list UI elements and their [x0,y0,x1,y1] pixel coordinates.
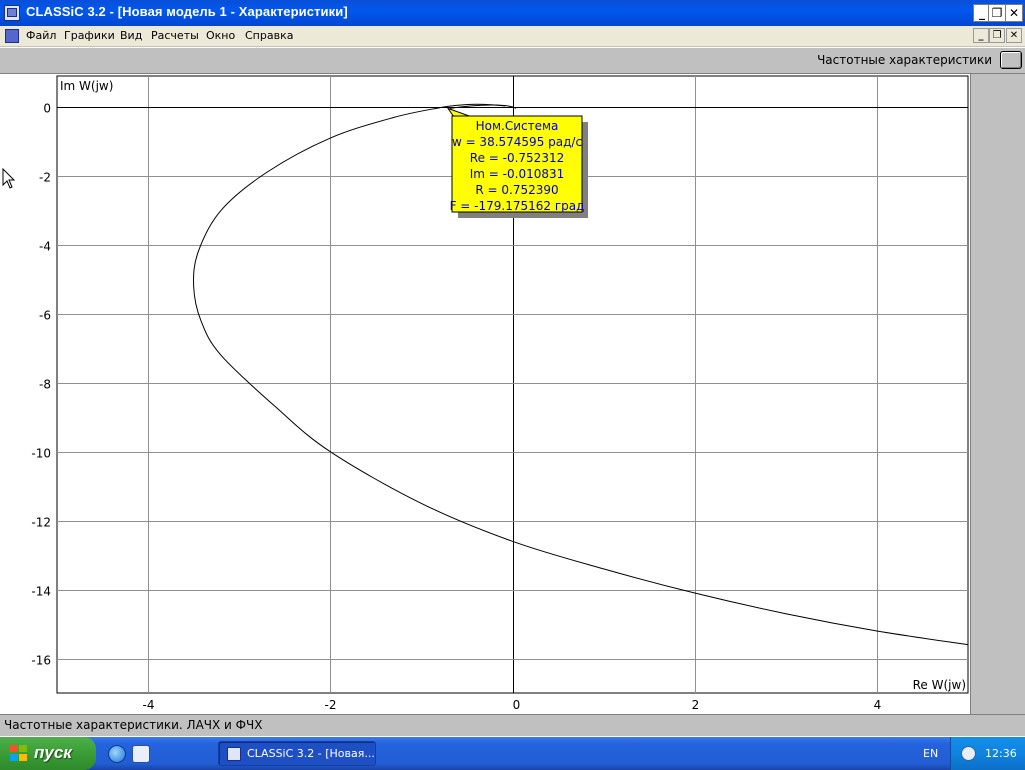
title-bar: CLASSiC 3.2 - [Новая модель 1 - Характер… [0,0,1025,26]
status-bar: Частотные характеристики. ЛАЧХ и ФЧХ [0,714,1025,736]
x-tick-label: 4 [874,698,882,712]
clock[interactable]: 12:36 [985,747,1017,760]
y-tick-label: -12 [31,516,51,530]
x-axis-title: Re W(jw) [913,678,966,692]
restore-button[interactable]: ❐ [988,4,1006,22]
doc-restore-button[interactable]: ❐ [989,28,1005,43]
taskbar-item-label: CLASSiC 3.2 - [Новая... [247,747,375,760]
menu-view[interactable]: Вид [120,29,142,42]
tooltip-line: Ном.Система [476,119,559,133]
chart-area[interactable]: -4 -2 0 2 4 0 -2 -4 -6 -8 -10 -12 -14 -16 Im W(jw) Re W… [0,74,1025,714]
window-title: CLASSiC 3.2 - [Новая модель 1 - Характер… [26,4,348,19]
y-tick-label: -16 [31,654,51,668]
tooltip-line: Re = -0.752312 [470,151,564,165]
status-text: Частотные характеристики. ЛАЧХ и ФЧХ [4,718,263,732]
language-indicator[interactable]: EN [923,747,938,760]
taskbar-item-classic[interactable]: CLASSiC 3.2 - [Новая... [218,741,376,766]
start-label: пуск [34,743,72,762]
y-tick-label: -2 [39,171,51,185]
start-button[interactable]: пуск [0,737,96,770]
tooltip-line: Im = -0.010831 [470,167,565,181]
y-tick-label: -14 [31,585,51,599]
menu-graphs[interactable]: Графики [64,29,115,42]
tooltip-line: R = 0.752390 [475,183,558,197]
menu-bar: Файл Графики Вид Расчеты Окно Справка _ … [0,26,1025,47]
x-tick-label: 0 [513,698,521,712]
panel-toggle-button[interactable] [1000,51,1022,69]
windows-flag-icon [10,745,28,762]
y-tick-label: -10 [31,447,51,461]
doc-close-button[interactable]: ✕ [1006,28,1022,43]
mouse-pointer-icon [2,168,16,189]
nyquist-chart[interactable]: -4 -2 0 2 4 0 -2 -4 -6 -8 -10 -12 -14 -16 Im W(jw) Re W… [0,74,1025,714]
menu-calculations[interactable]: Расчеты [151,29,199,42]
close-button[interactable]: ✕ [1005,4,1023,22]
doc-minimize-button[interactable]: _ [973,28,989,43]
x-tick-label: -4 [143,698,155,712]
panel-caption: Частотные характеристики [817,53,992,67]
x-tick-label: 2 [692,698,700,712]
taskbar: пуск CLASSiC 3.2 - [Новая... EN 12:36 [0,737,1025,770]
y-axis-title: Im W(jw) [60,79,113,93]
menu-help[interactable]: Справка [245,29,293,42]
y-tick-label: -6 [39,309,51,323]
y-tick-label: -8 [39,378,51,392]
system-tray: 12:36 [950,737,1025,770]
chart-side-panel [970,74,1025,714]
tooltip-line: w = 38.574595 рад/с [452,135,582,149]
y-tick-label: 0 [43,102,51,116]
document-icon[interactable] [5,29,19,43]
y-tick-label: -4 [39,240,51,254]
menu-file[interactable]: Файл [26,29,56,42]
menu-window[interactable]: Окно [206,29,235,42]
quicklaunch-app-icon[interactable] [132,745,150,763]
app-window-icon[interactable] [4,5,20,21]
speaker-icon[interactable] [961,746,976,761]
app-window-icon [227,747,241,761]
x-tick-label: -2 [325,698,337,712]
internet-explorer-icon[interactable] [108,745,126,763]
characteristics-toolbar: Частотные характеристики [0,47,1025,74]
tooltip-line: F = -179.175162 град [450,199,585,213]
